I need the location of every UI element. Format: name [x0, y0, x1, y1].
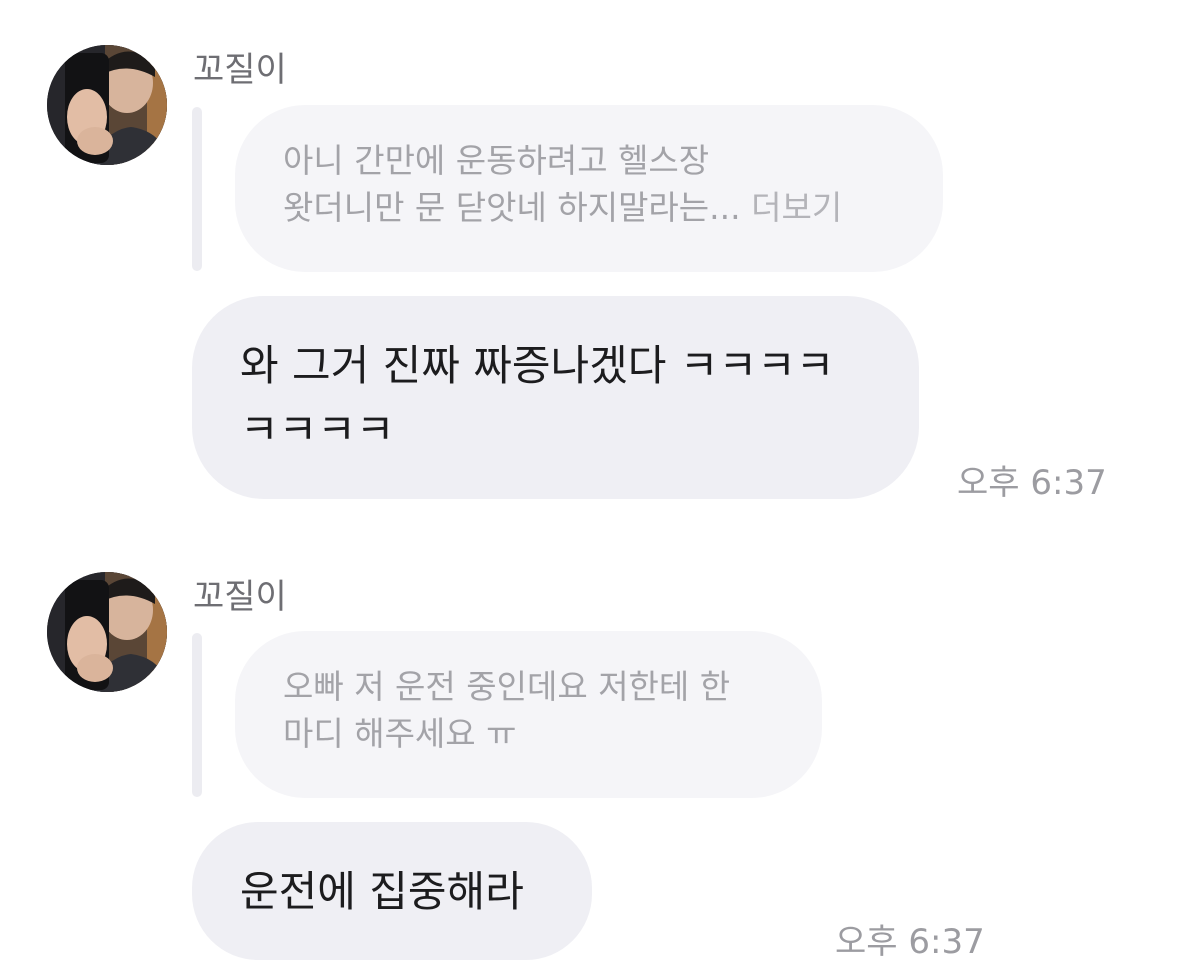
avatar[interactable]: [47, 45, 167, 165]
quote-indicator-bar: [192, 107, 202, 271]
sender-name: 꼬질이: [193, 50, 287, 90]
quoted-message-bubble[interactable]: 아니 간만에 운동하려고 헬스장 왓더니만 문 닫앗네 하지말라는... 더보기: [235, 105, 943, 272]
reply-message-text: 운전에 집중해라: [240, 867, 524, 916]
profile-photo-avatar: [47, 45, 167, 165]
reply-message-text: 와 그거 진짜 짜증나겠다 ㅋㅋㅋㅋ ㅋㅋㅋㅋ: [240, 341, 835, 454]
sender-name: 꼬질이: [193, 577, 287, 617]
quoted-message-text: 아니 간만에 운동하려고 헬스장 왓더니만 문 닫앗네 하지말라는...: [283, 141, 741, 227]
avatar[interactable]: [47, 572, 167, 692]
quoted-message-bubble[interactable]: 오빠 저 운전 중인데요 저한테 한 마디 해주세요 ㅠ: [235, 631, 822, 798]
message-timestamp: 오후 6:37: [957, 463, 1107, 503]
profile-photo-avatar: [47, 572, 167, 692]
quote-indicator-bar: [192, 633, 202, 797]
quoted-message-text: 오빠 저 운전 중인데요 저한테 한 마디 해주세요 ㅠ: [283, 667, 731, 753]
message-timestamp: 오후 6:37: [835, 922, 985, 962]
see-more-link[interactable]: 더보기: [751, 188, 842, 227]
reply-message-bubble[interactable]: 운전에 집중해라: [192, 822, 592, 960]
reply-message-bubble[interactable]: 와 그거 진짜 짜증나겠다 ㅋㅋㅋㅋ ㅋㅋㅋㅋ: [192, 296, 919, 499]
